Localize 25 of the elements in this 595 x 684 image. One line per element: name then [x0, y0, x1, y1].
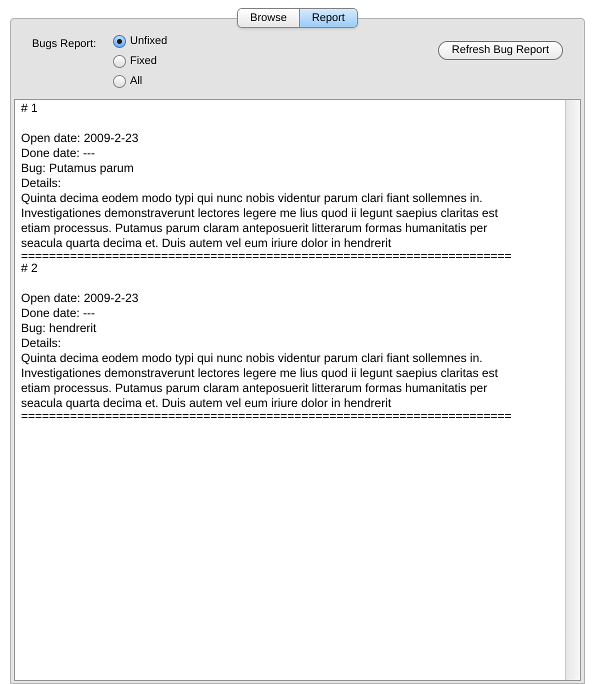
radio-button-icon[interactable] — [113, 35, 126, 48]
radio-option[interactable]: All — [113, 73, 168, 90]
radio-option[interactable]: Fixed — [113, 53, 168, 70]
details-label: Details: — [21, 176, 62, 191]
bug-number: # 1 — [21, 101, 38, 116]
bug-number: # 2 — [21, 261, 38, 276]
filter-label: Bugs Report: — [32, 37, 98, 52]
open-date: Open date: 2009-2-23 — [21, 131, 138, 146]
separator-line: ====================================================================== — [21, 411, 512, 421]
refresh-button[interactable]: Refresh Bug Report — [438, 41, 563, 60]
done-date: Done date: --- — [21, 146, 96, 161]
radio-option[interactable]: Unfixed — [113, 33, 168, 50]
scrollbar[interactable] — [565, 100, 580, 680]
done-date: Done date: --- — [21, 306, 96, 321]
radio-button-icon[interactable] — [113, 55, 126, 68]
details-text: Quinta decima eodem modo typi qui nunc nobis videntur parum clari fiant sollemnes in. Investigationes demonstraverunt lectores legere me lius quod ii legunt saepius claritas est etiam processus. Putamus parum claram anteposuerit litterarum formas humanitatis per seacula quarta decima et. Duis autem vel eum iriure dolor in hendrerit — [21, 351, 499, 411]
details-text: Quinta decima eodem modo typi qui nunc nobis videntur parum clari fiant sollemnes in. Investigationes demonstraverunt lectores legere me lius quod ii legunt saepius claritas est etiam processus. Putamus parum claram anteposuerit litterarum formas humanitatis per seacula quarta decima et. Duis autem vel eum iriure dolor in hendrerit — [21, 191, 499, 251]
tab[interactable]: Browse — [238, 9, 299, 27]
bug-title: Bug: hendrerit — [21, 321, 96, 336]
tab[interactable]: Report — [298, 9, 357, 27]
separator-line: ====================================================================== — [21, 251, 512, 261]
bug-title: Bug: Putamus parum — [21, 161, 134, 176]
radio-button-icon[interactable] — [113, 75, 126, 88]
open-date: Open date: 2009-2-23 — [21, 291, 138, 306]
details-label: Details: — [21, 336, 62, 351]
